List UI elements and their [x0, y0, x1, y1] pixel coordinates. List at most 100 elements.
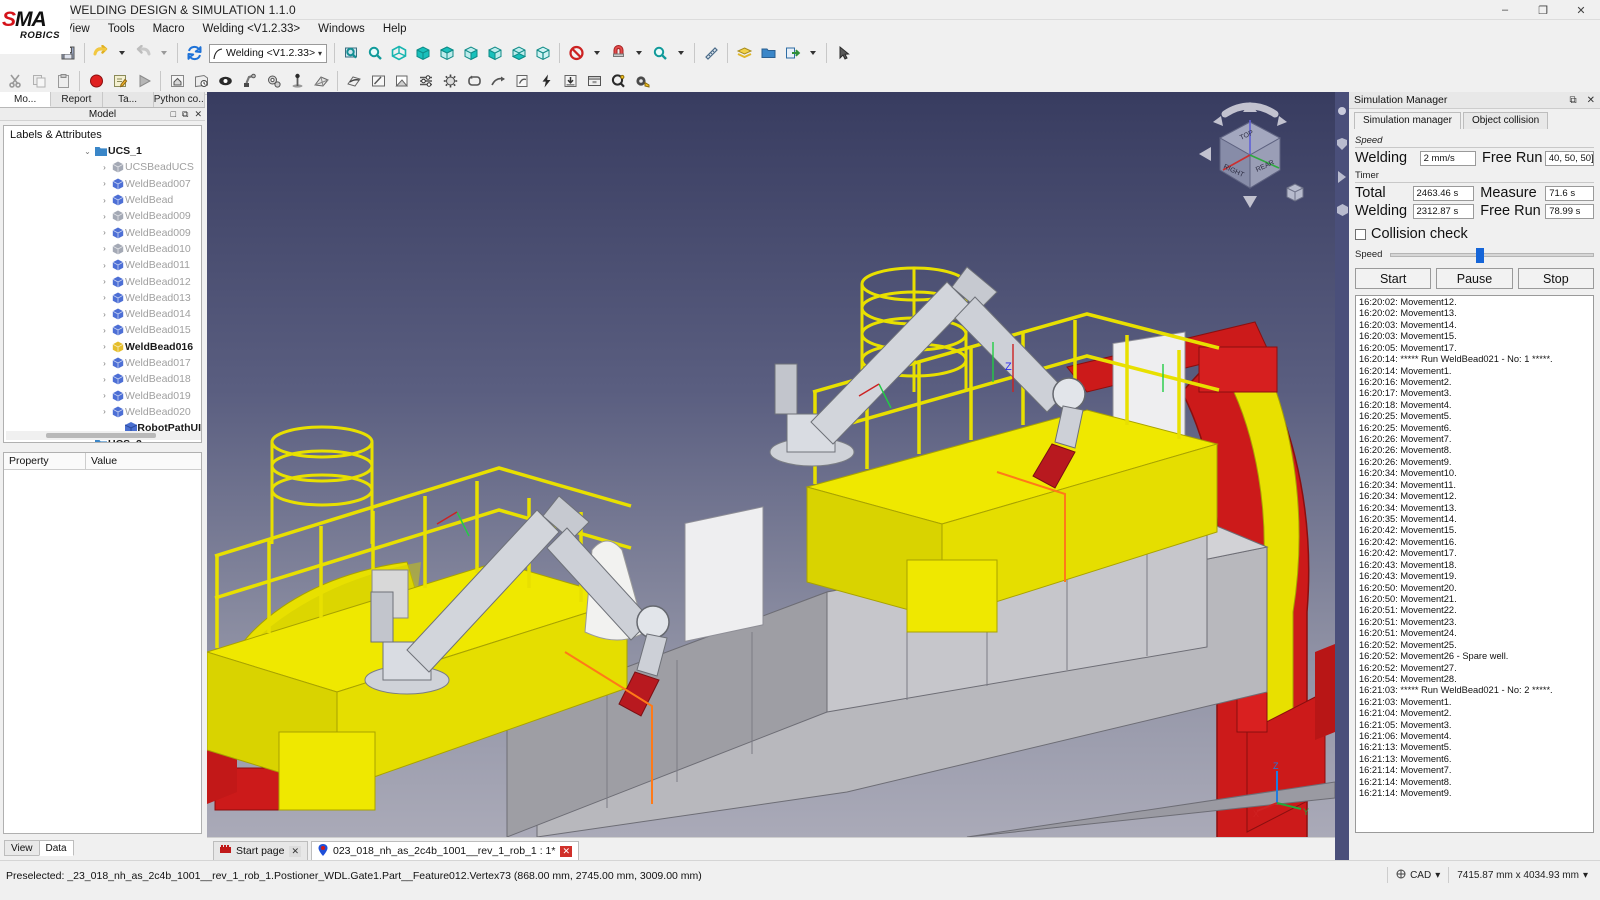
menu-item-windows[interactable]: Windows [309, 20, 374, 38]
collision-check-row[interactable]: Collision check [1355, 226, 1594, 242]
menu-item-macro[interactable]: Macro [144, 20, 194, 38]
zoom-dropdown[interactable] [672, 41, 690, 65]
tree-item[interactable]: › WeldBead009 [4, 224, 201, 240]
undock-icon[interactable]: ⧉ [1564, 95, 1581, 106]
tree-item[interactable]: › WeldBead017 [4, 355, 201, 371]
home-cell-button[interactable] [165, 69, 189, 93]
measure-value[interactable]: 71.6 s [1545, 185, 1594, 201]
expander-icon[interactable]: › [99, 407, 110, 416]
expander-icon[interactable]: › [99, 244, 110, 253]
tree-item[interactable]: › WeldBead018 [4, 371, 201, 387]
tape-measure-button[interactable] [630, 69, 654, 93]
expander-icon[interactable]: › [99, 375, 110, 384]
tab-simulation-manager[interactable]: Simulation manager [1354, 112, 1461, 129]
export-button[interactable] [780, 41, 804, 65]
tab-tasks[interactable]: Ta... [102, 92, 154, 107]
property-editor[interactable]: Property Value [3, 452, 202, 834]
redo-button[interactable] [131, 41, 155, 65]
expander-icon[interactable]: › [99, 310, 110, 319]
chevron-down-icon[interactable]: ▾ [1583, 870, 1588, 881]
tree-item[interactable]: › UCSBeadUCS [4, 159, 201, 175]
free-run-speed-value[interactable]: 40, 50, 50] [1544, 150, 1594, 166]
paste-button[interactable] [51, 69, 75, 93]
maximize-button[interactable]: ❐ [1524, 0, 1562, 20]
edit-bead-button[interactable] [366, 69, 390, 93]
start-button[interactable]: Start [1355, 268, 1432, 289]
view-toggle-button[interactable] [213, 69, 237, 93]
float-icon[interactable]: □ [171, 108, 176, 121]
tab-view[interactable]: View [4, 840, 40, 856]
collision-check-checkbox[interactable] [1355, 228, 1366, 240]
tree-item[interactable]: › WeldBead019 [4, 387, 201, 403]
3d-viewport[interactable]: Z TOP RIGHT REAR Z X Y [207, 92, 1335, 837]
welding-speed-value[interactable]: 2 mm/s [1419, 150, 1476, 166]
close-icon[interactable]: ✕ [194, 108, 202, 121]
expander-icon[interactable]: ⌄ [82, 440, 93, 442]
paint-button[interactable] [390, 69, 414, 93]
top-view-button[interactable] [435, 41, 459, 65]
expander-icon[interactable]: › [99, 261, 110, 270]
dock-circle-icon[interactable] [1337, 106, 1347, 116]
tree-item[interactable]: › WeldBead009 [4, 208, 201, 224]
dock-play-icon[interactable] [1337, 170, 1347, 183]
fit-selection-button[interactable] [363, 41, 387, 65]
archive-button[interactable] [582, 69, 606, 93]
parameters-button[interactable] [414, 69, 438, 93]
expander-icon[interactable]: › [99, 228, 110, 237]
expander-icon[interactable]: › [99, 277, 110, 286]
tree-item[interactable]: › WeldBead007 [4, 176, 201, 192]
close-icon[interactable]: ✕ [1582, 95, 1600, 106]
expander-icon[interactable]: › [99, 212, 110, 221]
edit-macro-button[interactable] [108, 69, 132, 93]
report-button[interactable] [510, 69, 534, 93]
robot-button[interactable] [237, 69, 261, 93]
tree-item[interactable]: › WeldBead010 [4, 241, 201, 257]
speed-slider-track[interactable] [1390, 247, 1594, 263]
cut-button[interactable] [3, 69, 27, 93]
energy-button[interactable] [534, 69, 558, 93]
path-button[interactable] [486, 69, 510, 93]
tree-item[interactable]: › WeldBead [4, 192, 201, 208]
undo-dropdown[interactable] [113, 41, 131, 65]
export-dropdown[interactable] [804, 41, 822, 65]
doc-tab-close-icon[interactable]: ✕ [560, 845, 572, 857]
menu-item-help[interactable]: Help [374, 20, 416, 38]
speed-slider-row[interactable]: Speed [1355, 247, 1594, 263]
minimize-button[interactable]: – [1486, 0, 1524, 20]
undock-icon[interactable]: ⧉ [182, 108, 188, 121]
zoom-button[interactable] [648, 41, 672, 65]
expander-icon[interactable]: ⌄ [82, 147, 93, 156]
dock-shield-icon[interactable] [1337, 138, 1347, 150]
tab-data[interactable]: Data [38, 840, 74, 856]
weld-surface-button[interactable] [342, 69, 366, 93]
stop-button[interactable]: Stop [1517, 268, 1594, 289]
redo-dropdown[interactable] [155, 41, 173, 65]
tab-model[interactable]: Mo... [0, 92, 52, 107]
workbench-selector[interactable]: Welding <V1.2.33> ▾ [209, 43, 327, 63]
search-3d-button[interactable] [606, 69, 630, 93]
cad-mode-cell[interactable]: CAD ▾ [1387, 867, 1448, 883]
dock-cube-icon[interactable] [1337, 204, 1348, 216]
menu-item-tools[interactable]: Tools [99, 20, 144, 38]
tree-item[interactable]: › WeldBead013 [4, 290, 201, 306]
front-view-button[interactable] [411, 41, 435, 65]
pause-button[interactable]: Pause [1436, 268, 1513, 289]
close-button[interactable]: ✕ [1562, 0, 1600, 20]
measure-button[interactable] [699, 41, 723, 65]
expander-icon[interactable]: › [99, 179, 110, 188]
fit-all-button[interactable] [339, 41, 363, 65]
doc-tab-close-icon[interactable]: ✕ [289, 845, 301, 857]
mesh-button[interactable] [309, 69, 333, 93]
undo-button[interactable] [89, 41, 113, 65]
expander-icon[interactable]: › [99, 391, 110, 400]
expander-icon[interactable]: › [99, 359, 110, 368]
refresh-button[interactable] [182, 41, 206, 65]
expander-icon[interactable]: › [99, 196, 110, 205]
expander-icon[interactable]: › [99, 342, 110, 351]
copy-button[interactable] [27, 69, 51, 93]
chevron-down-icon[interactable]: ▾ [1435, 870, 1440, 881]
play-macro-button[interactable] [132, 69, 156, 93]
tool-button[interactable] [285, 69, 309, 93]
welding-time-value[interactable]: 2312.87 s [1412, 203, 1475, 219]
clipping-dropdown[interactable] [630, 41, 648, 65]
